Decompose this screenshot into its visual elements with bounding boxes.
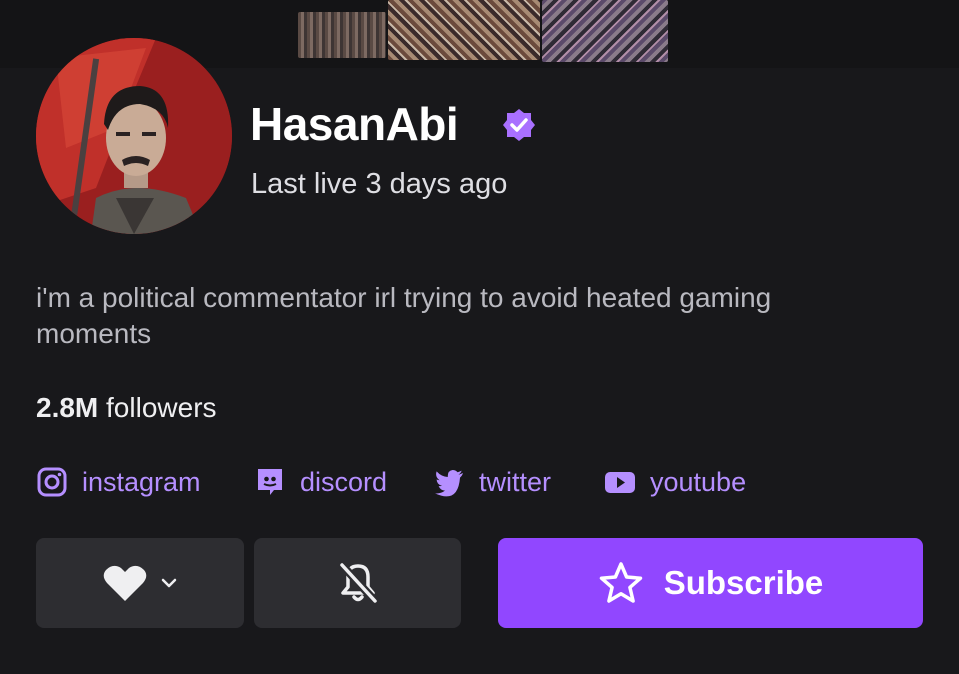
notifications-button[interactable] [254, 538, 461, 628]
channel-name[interactable]: HasanAbi [250, 96, 459, 152]
channel-bio: i'm a political commentator irl trying t… [36, 282, 772, 349]
followers-label: followers [106, 392, 217, 423]
discord-icon [258, 469, 282, 495]
social-link-youtube[interactable]: youtube [604, 462, 746, 502]
heart-icon [103, 565, 147, 601]
banner-photo [388, 0, 540, 60]
star-icon [599, 562, 642, 603]
chevron-down-icon[interactable] [160, 577, 178, 589]
bell-off-icon [337, 561, 379, 605]
social-link-label: discord [300, 466, 388, 497]
verified-badge-icon [503, 109, 535, 141]
subscribe-label: Subscribe [663, 564, 824, 601]
avatar[interactable] [36, 38, 232, 234]
banner-photo [298, 12, 386, 58]
social-link-label: youtube [650, 466, 747, 497]
social-link-twitter[interactable]: twitter [433, 462, 551, 502]
social-link-discord[interactable]: discord [254, 462, 387, 502]
followers-count: 2.8M followers [36, 390, 217, 426]
subscribe-button[interactable]: Subscribe [498, 538, 923, 628]
instagram-icon [37, 467, 67, 497]
twitter-icon [435, 470, 463, 497]
social-link-label: instagram [82, 466, 201, 497]
last-live-status: Last live 3 days ago [251, 168, 508, 200]
social-link-instagram[interactable]: instagram [36, 462, 201, 502]
social-link-label: twitter [479, 466, 552, 497]
youtube-icon [605, 472, 635, 493]
followers-number: 2.8M [36, 392, 99, 423]
follow-button[interactable] [36, 538, 244, 628]
channel-profile-page: HasanAbi Last live 3 days ago i'm a poli… [0, 0, 959, 674]
banner-photo [542, 0, 668, 62]
